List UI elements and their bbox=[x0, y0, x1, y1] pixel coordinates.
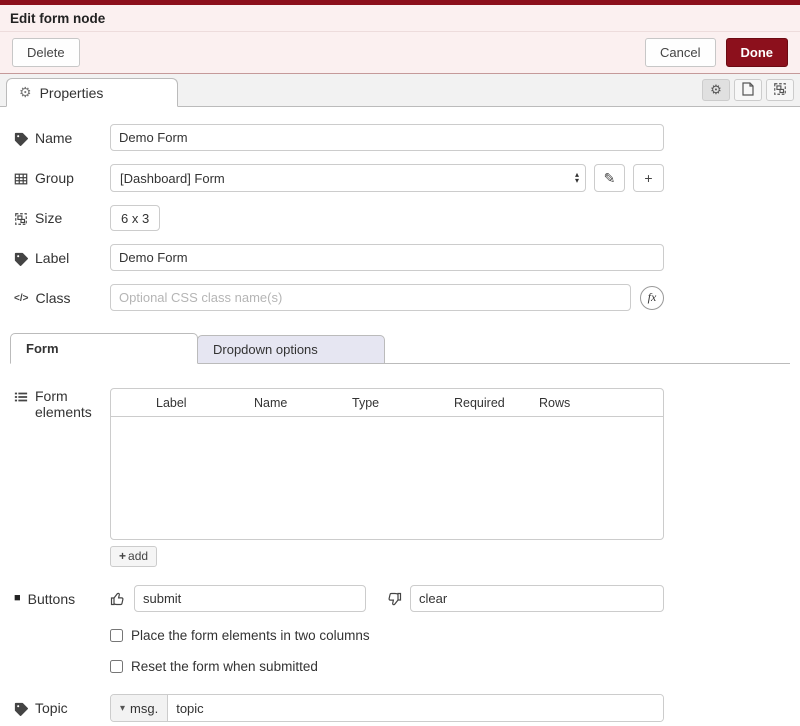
column-label: Label bbox=[156, 396, 254, 410]
expression-button[interactable]: fx bbox=[640, 286, 664, 310]
name-label: Name bbox=[14, 130, 110, 146]
class-label: </> Class bbox=[14, 290, 110, 306]
add-group-button[interactable]: + bbox=[633, 164, 664, 192]
tab-mini-buttons: ⚙ bbox=[702, 79, 794, 106]
list-icon bbox=[14, 390, 28, 404]
object-group-icon bbox=[773, 82, 787, 99]
document-icon bbox=[742, 82, 754, 99]
reset-form-label: Reset the form when submitted bbox=[131, 659, 318, 674]
form-elements-list[interactable]: Label Name Type Required Rows bbox=[110, 388, 664, 540]
add-element-button[interactable]: +add bbox=[110, 546, 157, 567]
buttons-row: ■ Buttons bbox=[14, 585, 664, 612]
square-icon: ■ bbox=[14, 592, 21, 604]
form-elements-headers: Label Name Type Required Rows bbox=[111, 389, 663, 417]
label-input[interactable] bbox=[110, 244, 664, 271]
clear-button-label-input[interactable] bbox=[410, 585, 664, 612]
topic-type-value: msg. bbox=[130, 701, 158, 716]
submit-button-label-input[interactable] bbox=[134, 585, 366, 612]
select-arrows-icon: ▴▾ bbox=[575, 172, 579, 184]
gear-icon: ⚙ bbox=[710, 82, 722, 98]
label-row: Label bbox=[14, 244, 664, 271]
reset-form-checkbox[interactable] bbox=[110, 660, 123, 673]
dialog-buttonbar: Delete Cancel Done bbox=[0, 32, 800, 74]
node-description-button[interactable] bbox=[734, 79, 762, 101]
group-row: Group [Dashboard] Form ▴▾ ✎ + bbox=[14, 164, 664, 192]
column-name: Name bbox=[254, 396, 352, 410]
two-columns-option: Place the form elements in two columns bbox=[110, 628, 786, 643]
subtab-form[interactable]: Form bbox=[10, 333, 198, 364]
cancel-button[interactable]: Cancel bbox=[645, 38, 715, 67]
two-columns-label: Place the form elements in two columns bbox=[131, 628, 370, 643]
topic-label: Topic bbox=[14, 700, 110, 716]
dialog-title: Edit form node bbox=[10, 11, 105, 26]
edit-group-button[interactable]: ✎ bbox=[594, 164, 625, 192]
class-input[interactable] bbox=[110, 284, 631, 311]
code-icon: </> bbox=[14, 293, 28, 304]
thumbs-up-icon bbox=[110, 591, 126, 607]
two-columns-checkbox[interactable] bbox=[110, 629, 123, 642]
topic-typed-input: ▾ msg. bbox=[110, 694, 664, 722]
properties-panel: Name Group [Dashboard] Form ▴▾ ✎ + bbox=[0, 107, 800, 722]
size-label: Size bbox=[14, 210, 110, 226]
label-label: Label bbox=[14, 250, 110, 266]
chevron-down-icon: ▾ bbox=[120, 703, 125, 714]
table-icon bbox=[14, 172, 28, 186]
cog-icon: ⚙ bbox=[19, 84, 32, 101]
tag-icon bbox=[14, 252, 28, 266]
reset-form-option: Reset the form when submitted bbox=[110, 659, 786, 674]
group-select[interactable]: [Dashboard] Form ▴▾ bbox=[110, 164, 586, 192]
size-button[interactable]: 6 x 3 bbox=[110, 205, 160, 231]
tab-properties[interactable]: ⚙ Properties bbox=[6, 78, 178, 107]
plus-icon: + bbox=[119, 549, 126, 563]
column-type: Type bbox=[352, 396, 454, 410]
form-elements-row: Form elements Label Name Type Required R… bbox=[14, 388, 664, 567]
topic-row: Topic ▾ msg. bbox=[14, 694, 664, 722]
edit-tabbar: ⚙ Properties ⚙ bbox=[0, 74, 800, 107]
form-subtabs: Form Dropdown options bbox=[10, 331, 790, 364]
column-rows: Rows bbox=[539, 396, 599, 410]
object-group-icon bbox=[14, 212, 28, 226]
name-input[interactable] bbox=[110, 124, 664, 151]
class-row: </> Class fx bbox=[14, 284, 664, 311]
buttons-label: ■ Buttons bbox=[14, 591, 110, 607]
plus-icon: + bbox=[644, 170, 652, 186]
tab-properties-label: Properties bbox=[40, 85, 104, 101]
pencil-icon: ✎ bbox=[604, 170, 616, 187]
dialog-titlebar: Edit form node bbox=[0, 5, 800, 32]
node-settings-button[interactable]: ⚙ bbox=[702, 79, 730, 101]
form-elements-label: Form elements bbox=[14, 388, 110, 420]
topic-input[interactable] bbox=[168, 695, 663, 721]
done-button[interactable]: Done bbox=[726, 38, 789, 67]
node-appearance-button[interactable] bbox=[766, 79, 794, 101]
fx-icon: fx bbox=[648, 290, 657, 305]
tag-icon bbox=[14, 132, 28, 146]
column-required: Required bbox=[454, 396, 539, 410]
subtab-dropdown-options[interactable]: Dropdown options bbox=[197, 335, 385, 364]
group-select-value: [Dashboard] Form bbox=[120, 171, 225, 186]
tag-icon bbox=[14, 702, 28, 716]
group-label: Group bbox=[14, 170, 110, 186]
form-elements-empty-body bbox=[111, 417, 663, 535]
delete-button[interactable]: Delete bbox=[12, 38, 80, 67]
topic-type-button[interactable]: ▾ msg. bbox=[111, 695, 168, 721]
size-row: Size 6 x 3 bbox=[14, 205, 664, 231]
name-row: Name bbox=[14, 124, 664, 151]
thumbs-down-icon bbox=[386, 591, 402, 607]
